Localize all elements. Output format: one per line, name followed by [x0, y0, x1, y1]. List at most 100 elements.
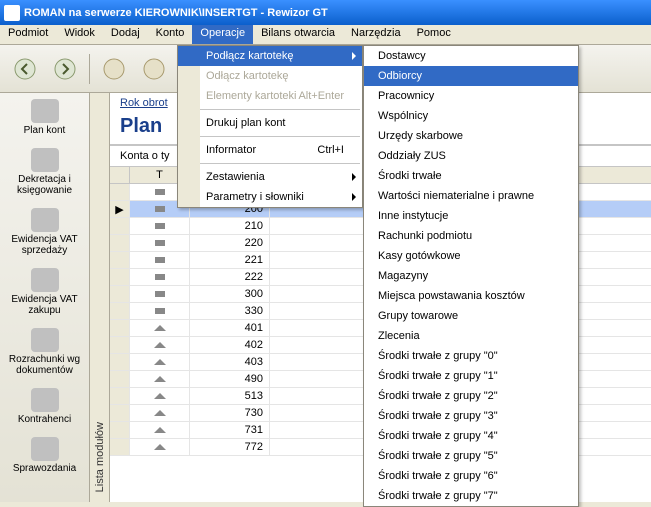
- submenu-item[interactable]: Środki trwałe z grupy "6": [364, 466, 578, 486]
- row-number: 730: [190, 405, 270, 421]
- submenu-item[interactable]: Magazyny: [364, 266, 578, 286]
- row-type-icon: [130, 252, 190, 268]
- row-type-icon: [130, 320, 190, 336]
- submenu-item[interactable]: Wartości niematerialne i prawne: [364, 186, 578, 206]
- row-indicator: [110, 218, 130, 234]
- menu-item[interactable]: Zestawienia: [178, 167, 362, 187]
- menu-dodaj[interactable]: Dodaj: [103, 25, 148, 44]
- menu-konto[interactable]: Konto: [148, 25, 193, 44]
- submenu-item[interactable]: Środki trwałe z grupy "0": [364, 346, 578, 366]
- titlebar: ROMAN na serwerze KIEROWNIK\INSERTGT - R…: [0, 0, 651, 25]
- sidebar-item-sprawozdania[interactable]: Sprawozdania: [0, 431, 89, 480]
- row-indicator: ▶: [110, 201, 130, 217]
- menu-podmiot[interactable]: Podmiot: [0, 25, 56, 44]
- operacje-menu: Podłącz kartotekęOdłącz kartotekęElement…: [177, 45, 363, 208]
- grid-header-indicator[interactable]: [110, 167, 130, 183]
- submenu-item[interactable]: Inne instytucje: [364, 206, 578, 226]
- row-number: 403: [190, 354, 270, 370]
- toolbar-forward-button[interactable]: [46, 50, 84, 88]
- sidebar: Plan kont Dekretacja i księgowanie Ewide…: [0, 93, 90, 502]
- row-number: 210: [190, 218, 270, 234]
- submenu-item[interactable]: Środki trwałe z grupy "3": [364, 406, 578, 426]
- row-number: 490: [190, 371, 270, 387]
- submenu-item[interactable]: Środki trwałe: [364, 166, 578, 186]
- rozrachunki-icon: [31, 328, 59, 352]
- menu-item[interactable]: InformatorCtrl+I: [178, 140, 362, 160]
- menu-bilans[interactable]: Bilans otwarcia: [253, 25, 343, 44]
- submenu-item[interactable]: Urzędy skarbowe: [364, 126, 578, 146]
- podlacz-kartoteke-submenu: DostawcyOdbiorcyPracownicyWspólnicyUrzęd…: [363, 45, 579, 507]
- row-indicator: [110, 354, 130, 370]
- submenu-item[interactable]: Kasy gotówkowe: [364, 246, 578, 266]
- row-indicator: [110, 388, 130, 404]
- toolbar-button-3[interactable]: [95, 50, 133, 88]
- row-type-icon: [130, 405, 190, 421]
- row-number: 222: [190, 269, 270, 285]
- submenu-item[interactable]: Wspólnicy: [364, 106, 578, 126]
- submenu-item[interactable]: Odbiorcy: [364, 66, 578, 86]
- submenu-arrow-icon: [352, 173, 356, 181]
- submenu-item[interactable]: Zlecenia: [364, 326, 578, 346]
- row-type-icon: [130, 388, 190, 404]
- sidebar-item-kontrahenci[interactable]: Kontrahenci: [0, 382, 89, 431]
- submenu-item[interactable]: Rachunki podmiotu: [364, 226, 578, 246]
- window-title: ROMAN na serwerze KIEROWNIK\INSERTGT - R…: [24, 7, 328, 19]
- submenu-item[interactable]: Środki trwałe z grupy "5": [364, 446, 578, 466]
- row-indicator: [110, 252, 130, 268]
- row-indicator: [110, 422, 130, 438]
- submenu-item[interactable]: Oddziały ZUS: [364, 146, 578, 166]
- row-indicator: [110, 303, 130, 319]
- row-number: 402: [190, 337, 270, 353]
- menu-item[interactable]: Podłącz kartotekę: [178, 46, 362, 66]
- row-indicator: [110, 371, 130, 387]
- submenu-item[interactable]: Pracownicy: [364, 86, 578, 106]
- row-indicator: [110, 439, 130, 455]
- sidebar-item-vat-sprzedazy[interactable]: Ewidencja VAT sprzedaży: [0, 202, 89, 262]
- row-number: 401: [190, 320, 270, 336]
- row-type-icon: [130, 303, 190, 319]
- row-indicator: [110, 320, 130, 336]
- menu-separator: [180, 109, 360, 110]
- row-type-icon: [130, 218, 190, 234]
- row-type-icon: [130, 337, 190, 353]
- submenu-item[interactable]: Środki trwałe z grupy "1": [364, 366, 578, 386]
- submenu-item[interactable]: Środki trwałe z grupy "2": [364, 386, 578, 406]
- submenu-item[interactable]: Grupy towarowe: [364, 306, 578, 326]
- submenu-item[interactable]: Środki trwałe z grupy "4": [364, 426, 578, 446]
- toolbar-button-4[interactable]: [135, 50, 173, 88]
- row-type-icon: [130, 235, 190, 251]
- submenu-arrow-icon: [352, 52, 356, 60]
- toolbar-back-button[interactable]: [6, 50, 44, 88]
- sidebar-item-rozrachunki[interactable]: Rozrachunki wg dokumentów: [0, 322, 89, 382]
- vat-zakupu-icon: [31, 268, 59, 292]
- module-list-label: Lista modułów: [94, 412, 106, 502]
- row-indicator: [110, 269, 130, 285]
- menu-widok[interactable]: Widok: [56, 25, 103, 44]
- row-indicator: [110, 235, 130, 251]
- toolbar-separator: [89, 54, 90, 84]
- submenu-item[interactable]: Dostawcy: [364, 46, 578, 66]
- row-number: 772: [190, 439, 270, 455]
- row-type-icon: [130, 286, 190, 302]
- menu-item: Odłącz kartotekę: [178, 66, 362, 86]
- submenu-item[interactable]: Miejsca powstawania kosztów: [364, 286, 578, 306]
- sidebar-item-vat-zakupu[interactable]: Ewidencja VAT zakupu: [0, 262, 89, 322]
- menu-separator: [180, 163, 360, 164]
- menu-pomoc[interactable]: Pomoc: [409, 25, 459, 44]
- plan-kont-icon: [31, 99, 59, 123]
- menu-narzedzia[interactable]: Narzędzia: [343, 25, 409, 44]
- menu-item[interactable]: Parametry i słowniki: [178, 187, 362, 207]
- row-number: 300: [190, 286, 270, 302]
- menu-separator: [180, 136, 360, 137]
- dekretacja-icon: [31, 148, 59, 172]
- row-indicator: [110, 184, 130, 200]
- module-list-strip[interactable]: Lista modułów: [90, 93, 110, 502]
- row-type-icon: [130, 354, 190, 370]
- sidebar-item-plan-kont[interactable]: Plan kont: [0, 93, 89, 142]
- menu-operacje[interactable]: Operacje: [192, 25, 253, 44]
- row-number: 330: [190, 303, 270, 319]
- submenu-item[interactable]: Środki trwałe z grupy "7": [364, 486, 578, 506]
- menu-item[interactable]: Drukuj plan kont: [178, 113, 362, 133]
- app-icon: [4, 5, 20, 21]
- sidebar-item-dekretacja[interactable]: Dekretacja i księgowanie: [0, 142, 89, 202]
